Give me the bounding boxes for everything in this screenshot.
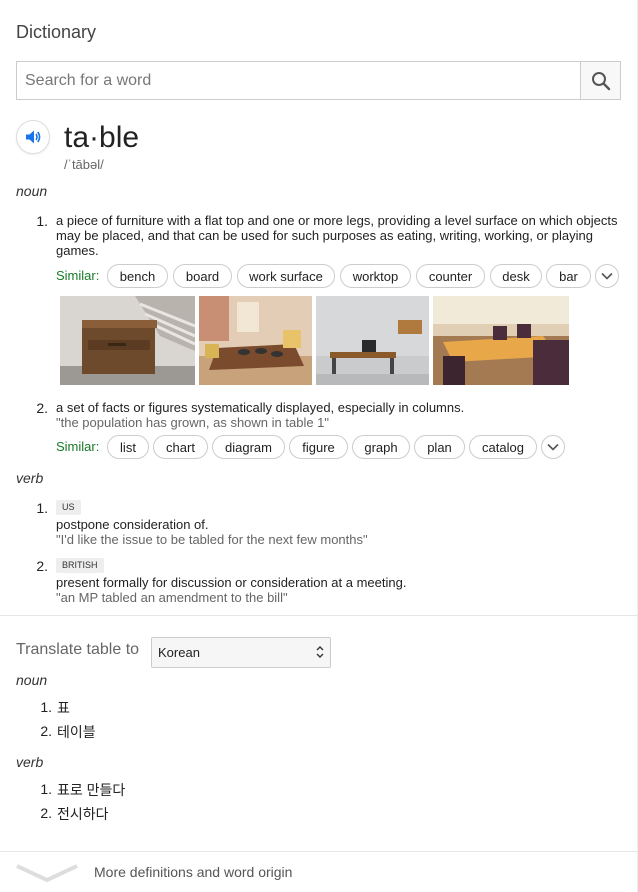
similar-label: Similar: — [56, 439, 100, 454]
similar-chip[interactable]: worktop — [340, 264, 411, 288]
example: "an MP tabled an amendment to the bill" — [56, 590, 288, 605]
translation-text: 표로 만들다 — [57, 782, 126, 798]
restaurant-tables-photo[interactable] — [433, 296, 569, 385]
translation-number: 2. — [40, 805, 52, 821]
more-definitions-link[interactable]: More definitions and word origin — [94, 864, 292, 880]
translation-number: 1. — [40, 699, 52, 715]
language-select[interactable]: Korean — [151, 637, 331, 668]
search-icon — [591, 71, 610, 90]
sense-number: 2. — [36, 558, 48, 574]
similar-chip[interactable]: diagram — [212, 435, 285, 459]
bedside-table-photo[interactable] — [60, 296, 195, 385]
translation-text: 전시하다 — [57, 806, 109, 822]
definition: a piece of furniture with a flat top and… — [56, 213, 618, 258]
similar-chip[interactable]: figure — [289, 435, 348, 459]
chevron-down-icon — [547, 443, 559, 451]
definition: a set of facts or figures systematically… — [56, 400, 465, 415]
select-arrows-icon — [316, 646, 324, 658]
translation-text: 테이블 — [57, 724, 96, 740]
speaker-icon — [26, 130, 41, 144]
sense-number: 2. — [36, 400, 48, 416]
similar-chip[interactable]: board — [173, 264, 232, 288]
similar-chip[interactable]: list — [107, 435, 149, 459]
sense-number: 1. — [36, 213, 48, 229]
similar-chip[interactable]: graph — [352, 435, 410, 459]
translate-pos-verb: verb — [16, 754, 44, 770]
translate-pos-noun: noun — [16, 672, 48, 688]
search-box — [16, 61, 621, 100]
headword: ta·ble — [64, 121, 140, 154]
translate-label: Translate table to — [16, 641, 140, 658]
pronunciation-button[interactable] — [16, 120, 50, 154]
search-button[interactable] — [580, 62, 620, 99]
part-of-speech-noun: noun — [16, 183, 48, 199]
chevron-down-icon — [601, 272, 613, 280]
example: "I'd like the issue to be tabled for the… — [56, 532, 368, 547]
definition: postpone consideration of. — [56, 517, 209, 532]
example: "the population has grown, as shown in t… — [56, 415, 330, 430]
more-similar-button[interactable] — [595, 264, 619, 288]
similar-chip[interactable]: plan — [414, 435, 465, 459]
similar-chip[interactable]: chart — [153, 435, 208, 459]
more-similar-button[interactable] — [541, 435, 565, 459]
chevron-down-icon[interactable] — [14, 862, 80, 884]
phonetic: /ˈtābəl/ — [64, 157, 104, 172]
similar-chip[interactable]: bench — [107, 264, 168, 288]
region-tag: US — [56, 500, 81, 515]
similar-label: Similar: — [56, 268, 100, 283]
language-select-value: Korean — [158, 645, 200, 660]
search-input[interactable] — [17, 62, 581, 99]
divider — [0, 615, 638, 616]
dining-table-photo[interactable] — [199, 296, 312, 385]
translation-text: 표 — [57, 700, 70, 716]
translation-number: 1. — [40, 781, 52, 797]
card-title: Dictionary — [16, 22, 97, 42]
similar-chip[interactable]: counter — [416, 264, 485, 288]
similar-chip[interactable]: work surface — [237, 264, 335, 288]
sense-number: 1. — [36, 500, 48, 516]
region-tag: BRITISH — [56, 558, 104, 573]
similar-chip[interactable]: catalog — [469, 435, 537, 459]
office-desk-photo[interactable] — [316, 296, 429, 385]
similar-chip[interactable]: bar — [546, 264, 591, 288]
part-of-speech-verb: verb — [16, 470, 44, 486]
similar-chip[interactable]: desk — [490, 264, 542, 288]
definition: present formally for discussion or consi… — [56, 575, 407, 590]
translation-number: 2. — [40, 723, 52, 739]
dictionary-card: Dictionary ta·ble /ˈtābəl/ noun 1. a pie… — [0, 0, 638, 892]
divider — [0, 851, 638, 852]
